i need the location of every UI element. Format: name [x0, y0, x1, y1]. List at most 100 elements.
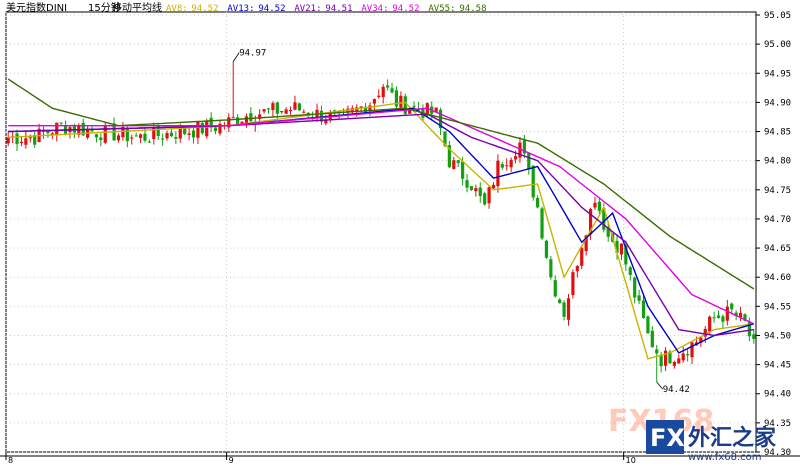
candle-body	[562, 302, 566, 317]
candle-body	[55, 122, 59, 135]
candle-body	[143, 133, 147, 141]
candle-body	[297, 103, 301, 111]
candle-body	[236, 117, 240, 125]
candle-body	[663, 350, 668, 366]
y-tick-label: 94.40	[764, 390, 791, 400]
candle-body	[324, 120, 328, 124]
candle-body	[200, 122, 204, 134]
x-tick-label: 9	[229, 456, 234, 465]
candle-body	[231, 117, 235, 119]
candle-body	[461, 161, 465, 179]
watermark-url: www.fx68.com	[688, 452, 762, 463]
candle-body	[725, 306, 729, 321]
candle-body	[284, 109, 288, 114]
candle-body	[509, 159, 513, 168]
candle-body	[381, 86, 385, 98]
candle-body	[633, 277, 637, 298]
candle-body	[24, 138, 28, 145]
candle-body	[478, 187, 482, 197]
candle-body	[593, 202, 597, 208]
candle-body	[275, 102, 279, 114]
candle-body	[544, 240, 549, 258]
candle-body	[686, 354, 690, 356]
x-tick-label: 10	[626, 456, 636, 465]
ma-legend-value: 94.52	[191, 4, 218, 14]
candle-body	[191, 130, 196, 138]
y-tick-label: 95.00	[764, 40, 791, 50]
candle-body	[540, 208, 544, 239]
y-tick-label: 95.05	[764, 11, 791, 21]
candle-body	[244, 116, 249, 124]
candle-body	[681, 353, 685, 361]
candle-body	[531, 165, 535, 198]
candle-body	[280, 111, 284, 113]
candle-body	[213, 127, 218, 132]
candle-body	[646, 316, 650, 334]
candle-body	[650, 330, 654, 348]
candle-body	[403, 96, 407, 114]
candle-body	[262, 109, 266, 112]
candle-body	[372, 99, 376, 104]
indicator-name: 移动平均线	[112, 1, 162, 14]
candle-body	[152, 127, 156, 140]
candle-body	[483, 193, 487, 205]
candle-body	[708, 316, 712, 332]
y-tick-label: 94.50	[764, 331, 791, 341]
annotation-layer: 94.97 94.42	[232, 49, 690, 395]
plot-border	[5, 11, 757, 453]
ma-legend-label: AV13:	[227, 4, 254, 14]
candle-body	[487, 187, 491, 204]
candle-body	[169, 132, 174, 137]
candle-body	[637, 295, 641, 301]
candle-body	[138, 134, 143, 138]
candle-body	[597, 201, 601, 211]
y-tick-label: 94.80	[764, 157, 791, 167]
candle-body	[513, 156, 518, 160]
ma-legend-value: 94.52	[258, 4, 285, 14]
y-tick-label: 94.85	[764, 128, 791, 138]
candle-body	[716, 315, 721, 318]
y-tick-label: 94.95	[764, 69, 791, 79]
ma-line-av8	[8, 101, 754, 360]
chart-title: 美元指数DINI	[6, 1, 67, 14]
candle-body	[677, 358, 681, 364]
candle-body	[536, 197, 540, 208]
candle-body	[271, 103, 275, 111]
candle-body	[386, 85, 390, 88]
candle-body	[712, 317, 716, 319]
candle-body	[103, 125, 107, 143]
y-tick-label: 94.35	[764, 419, 791, 429]
chart-stage: FX168 FX 外汇之家 www.fx68.com 94.97 94.42 95…	[0, 0, 800, 465]
grid-layer	[5, 12, 756, 453]
ma-legend-label: AV21:	[294, 4, 321, 14]
candle-body	[527, 152, 531, 170]
ma-legend-value: 94.52	[392, 4, 419, 14]
y-tick-label: 94.55	[764, 302, 791, 312]
candle-body	[196, 121, 200, 138]
candle-body	[99, 137, 103, 140]
candle-body	[134, 135, 138, 137]
candle-body	[690, 342, 694, 358]
candle-body	[183, 128, 187, 135]
candle-body	[147, 141, 151, 143]
candle-body	[452, 160, 456, 169]
candle-body	[575, 266, 579, 272]
candle-body	[302, 111, 306, 113]
y-tick-label: 94.75	[764, 186, 791, 196]
candle-body	[266, 108, 271, 110]
candlestick-chart: FX168 FX 外汇之家 www.fx68.com 94.97 94.42 95…	[0, 1, 800, 465]
candle-body	[721, 316, 725, 322]
y-tick-label: 94.30	[764, 448, 791, 458]
y-tick-label: 94.60	[764, 273, 791, 283]
candle-body	[469, 186, 474, 191]
candle-body	[187, 133, 191, 135]
candle-body	[94, 134, 99, 138]
candle-body	[505, 165, 509, 167]
candle-body	[580, 248, 584, 266]
y-tick-label: 94.90	[764, 98, 791, 108]
ma-line-av55	[7, 78, 755, 290]
candle-body	[165, 133, 169, 139]
candle-body	[293, 102, 297, 110]
annotation-label: 94.97	[239, 49, 266, 59]
watermark-fx-letters: FX	[650, 424, 685, 452]
